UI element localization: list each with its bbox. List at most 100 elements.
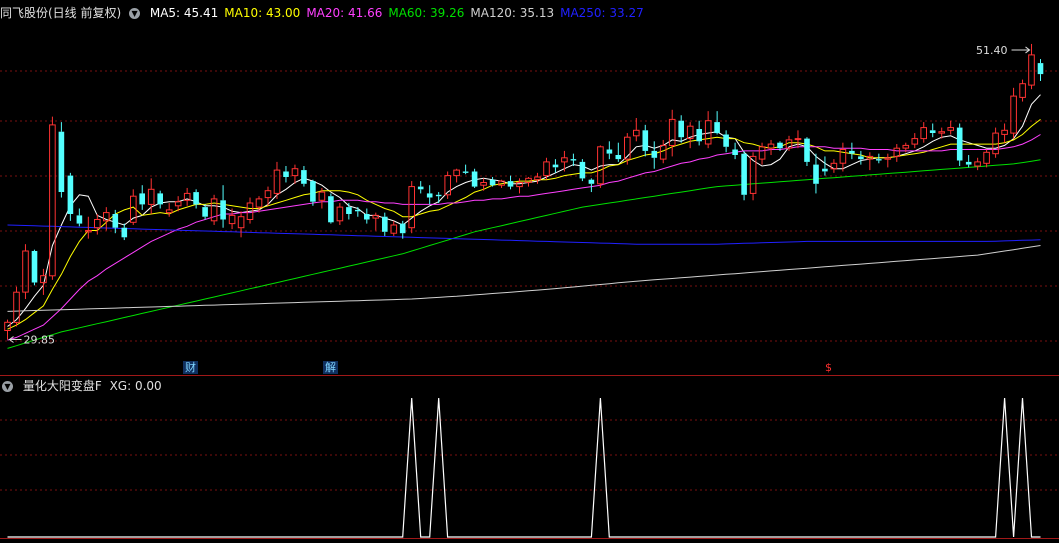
candle (794, 130, 802, 149)
candle (1019, 79, 1026, 102)
candle-body (31, 251, 38, 283)
candle (202, 204, 208, 220)
ma-line-ma250 (7, 224, 1041, 245)
candle-body (696, 129, 702, 142)
candle (579, 159, 586, 182)
candle (839, 142, 847, 172)
candle (237, 211, 245, 238)
candle-body (255, 198, 263, 208)
candle (301, 166, 307, 187)
candle-body (938, 131, 946, 134)
candle (983, 149, 990, 168)
candle-body (301, 170, 307, 184)
candle-body (642, 130, 649, 151)
stock-title[interactable]: 同飞股份(日线 前复权) (0, 6, 121, 20)
candle (884, 153, 892, 168)
chart-canvas[interactable]: 51.40 29.85 (0, 0, 1059, 543)
candle (444, 171, 451, 199)
candle-body (561, 157, 568, 163)
candle-body (956, 127, 963, 161)
candle (372, 212, 380, 231)
candle-body (678, 120, 684, 138)
candle-body (858, 156, 864, 160)
ma-label-2: MA20: 41.66 (306, 6, 383, 20)
candle (310, 179, 316, 206)
candle (849, 142, 855, 160)
candle (408, 181, 415, 234)
main-chart-header: 同飞股份(日线 前复权) ▼ MA5: 45.41 MA10: 43.00 MA20… (0, 4, 650, 22)
candle-body (310, 181, 316, 202)
candle (355, 207, 361, 217)
ma-legend: MA5: 45.41 MA10: 43.00 MA20: 41.66 MA60: 39… (150, 6, 650, 20)
candle-body (659, 144, 667, 160)
candle (453, 168, 460, 183)
candle-body (723, 134, 729, 147)
candle (1010, 87, 1017, 139)
candle-body (884, 157, 892, 160)
candle (804, 137, 810, 166)
candle-body (112, 214, 119, 228)
xg-signal-line (7, 397, 1041, 538)
candle (489, 176, 496, 187)
high-price-label: 51.40 (976, 44, 1008, 57)
candle-body (328, 196, 334, 223)
candle (193, 189, 199, 209)
candle-body (794, 138, 802, 141)
financial-report-marker[interactable]: 财 (183, 361, 198, 374)
candle (956, 123, 963, 166)
candle-body (480, 182, 487, 186)
candle-body (157, 193, 163, 205)
candle (974, 157, 981, 171)
candle-body (165, 209, 173, 214)
candle-body (283, 171, 289, 177)
candle-body (507, 181, 514, 187)
candle-body (471, 171, 478, 187)
candle-body (902, 144, 910, 149)
candle (22, 244, 29, 300)
candle (552, 159, 559, 173)
candle-body (615, 155, 622, 160)
candle-body (929, 130, 936, 133)
chevron-down-icon[interactable]: ▼ (129, 8, 141, 19)
candle-body (1037, 63, 1044, 75)
candle (741, 150, 747, 201)
ma-label-0: MA5: 45.41 (149, 6, 219, 20)
candle (920, 122, 928, 143)
candle-body (372, 214, 380, 219)
candle (471, 168, 478, 188)
candle (911, 133, 919, 149)
candle (435, 192, 442, 204)
candle-body (94, 219, 101, 229)
candle (291, 164, 299, 184)
candle-body (355, 209, 361, 212)
candle (1001, 123, 1008, 143)
candle-body (139, 193, 145, 205)
candle (822, 156, 828, 176)
candle (893, 144, 901, 162)
candle (723, 130, 729, 153)
candle-body (983, 151, 990, 164)
unlock-marker[interactable]: 解 (323, 361, 338, 374)
candle-body (777, 142, 783, 149)
candle (588, 178, 595, 193)
dividend-marker[interactable]: $ (823, 361, 834, 374)
indicator-title[interactable]: 量化大阳变盘F (23, 379, 102, 393)
candle-body (893, 147, 901, 157)
candle-body (911, 138, 919, 145)
ma-line-ma10 (7, 119, 1041, 330)
chevron-down-icon[interactable]: ▼ (2, 381, 13, 392)
candle-body (543, 161, 550, 177)
candle (346, 203, 352, 220)
candle-body (1019, 83, 1026, 98)
indicator-value: XG: 0.00 (109, 379, 162, 393)
candle-body (318, 191, 326, 201)
candle (606, 141, 613, 160)
candle (67, 172, 74, 221)
candle (382, 212, 388, 236)
candle (220, 185, 226, 228)
candle-body (920, 127, 928, 140)
candle-body (237, 216, 245, 229)
candle (1028, 43, 1035, 90)
candle (121, 223, 128, 241)
candle-body (273, 169, 281, 194)
